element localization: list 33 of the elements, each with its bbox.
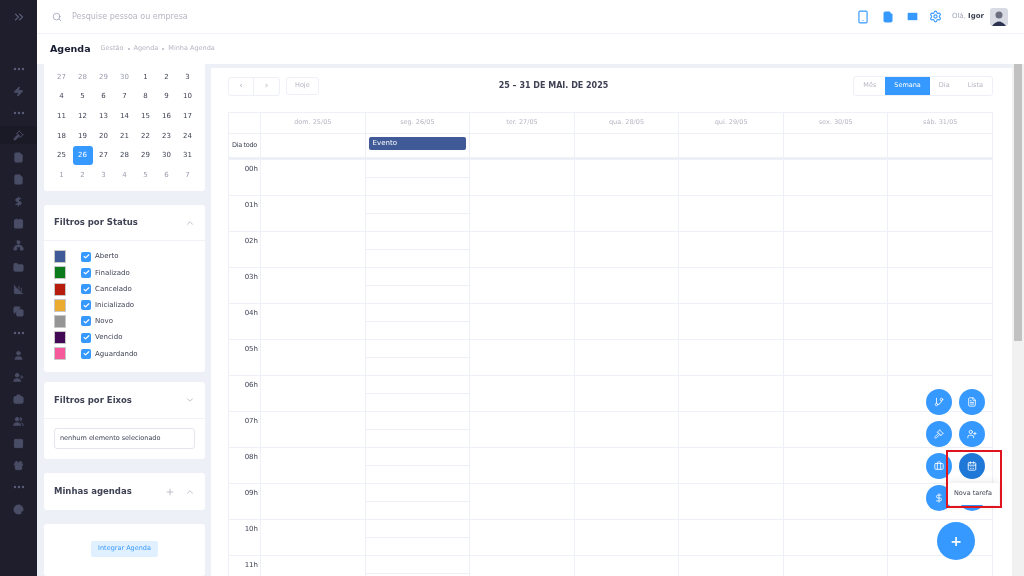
phone-icon[interactable] <box>855 9 870 24</box>
highlight-frame <box>946 450 1002 508</box>
calendar-icon <box>967 461 977 471</box>
status-checkbox[interactable] <box>81 284 91 294</box>
card-title: Minhas agendas <box>54 485 133 499</box>
page-title: Agenda <box>50 41 91 56</box>
status-checkbox[interactable] <box>81 348 91 359</box>
gavel-icon[interactable] <box>0 126 37 144</box>
card-title: Filtros por Eixos <box>54 393 132 407</box>
dots-icon <box>12 331 25 335</box>
status-checkbox[interactable] <box>81 316 91 327</box>
status-checkbox[interactable] <box>81 267 91 278</box>
status-checkbox[interactable] <box>81 300 91 311</box>
avatar[interactable] <box>990 7 1008 26</box>
search-field[interactable]: Pesquise pessoa ou empresa <box>72 10 372 23</box>
dollar-icon <box>934 493 944 503</box>
briefcase-icon <box>934 461 944 471</box>
file-icon[interactable] <box>881 10 894 23</box>
dots-icon <box>12 67 25 71</box>
search-icon <box>52 11 62 22</box>
dots-icon <box>12 111 25 115</box>
status-checkbox[interactable] <box>81 332 91 343</box>
document-icon <box>967 397 977 407</box>
date-range: 25 – 31 DE MAI. DE 2025 <box>498 80 609 92</box>
gavel-icon <box>934 429 944 439</box>
scrollbar[interactable] <box>1012 64 1024 576</box>
status-checkbox[interactable] <box>81 251 91 262</box>
dots-icon <box>12 485 25 489</box>
settings-icon[interactable] <box>928 10 942 23</box>
branch-icon <box>934 397 944 407</box>
user-plus-icon <box>967 429 977 439</box>
add-icon[interactable] <box>165 486 175 497</box>
card-title: Filtros por Status <box>54 216 138 229</box>
